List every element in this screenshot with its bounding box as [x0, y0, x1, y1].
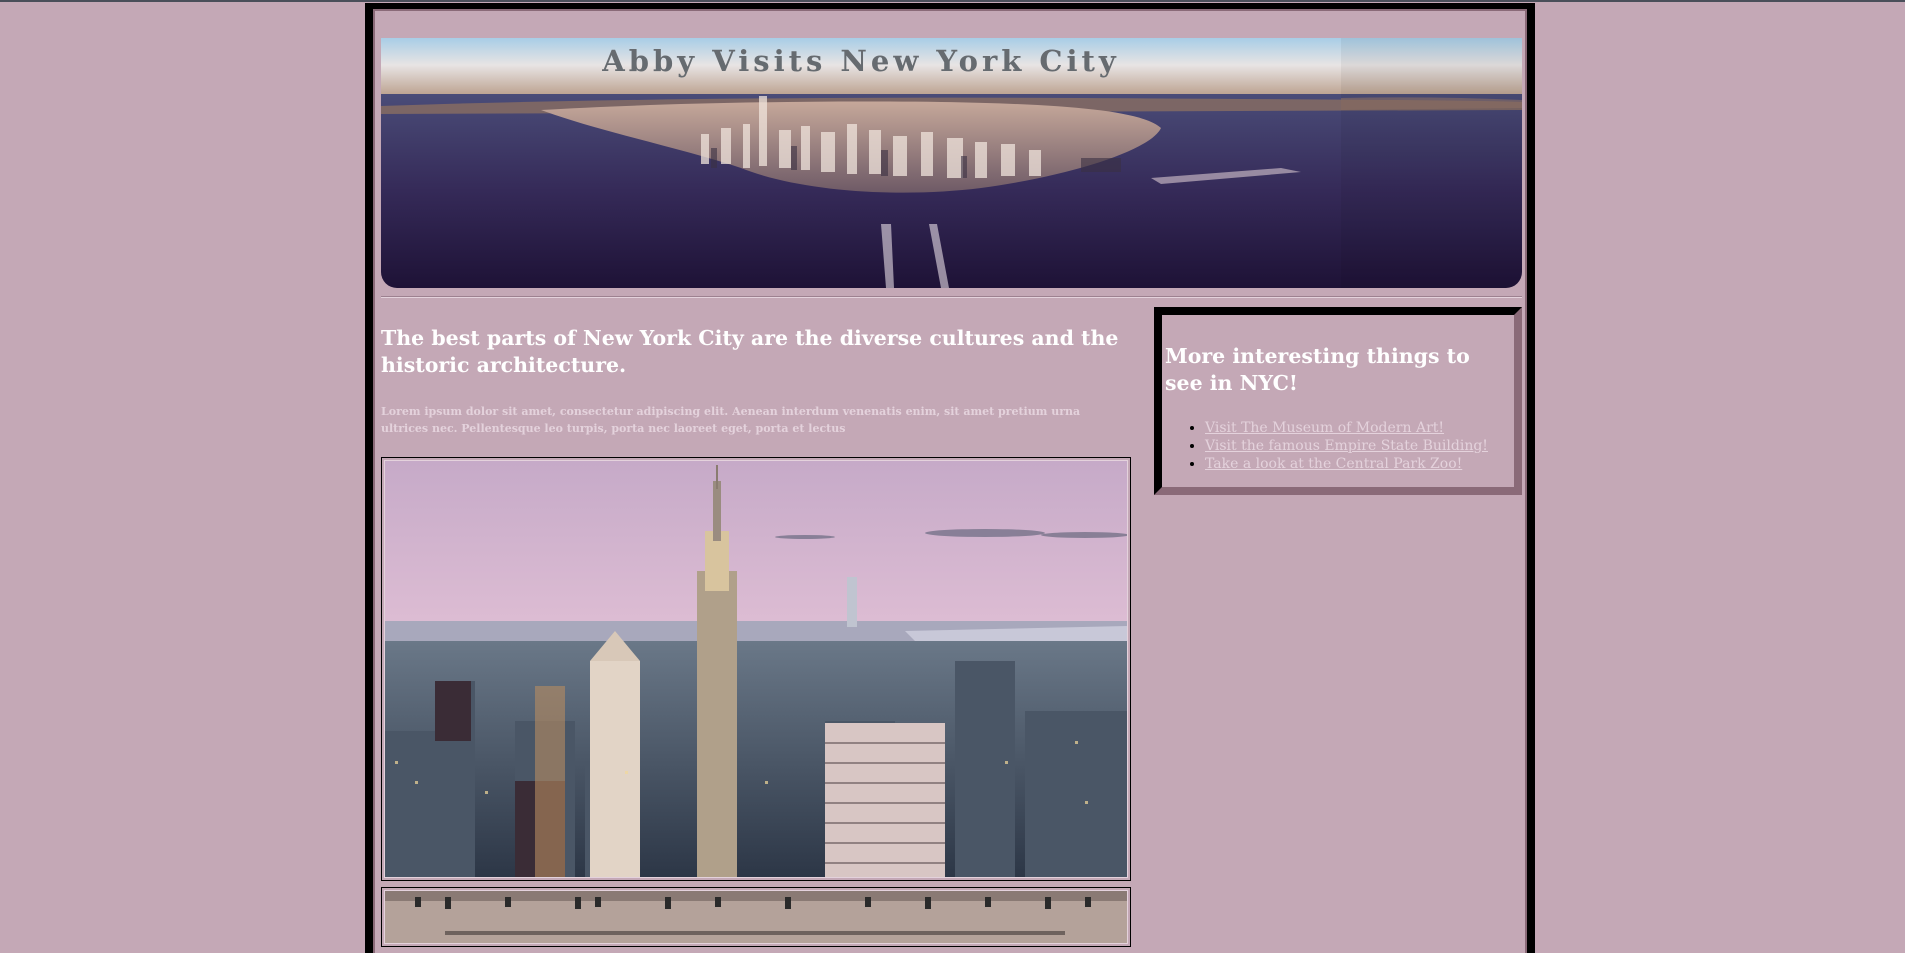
list-item: Visit the famous Empire State Building! — [1205, 437, 1488, 455]
top-edge-line — [0, 0, 1905, 2]
main-heading: The best parts of New York City are the … — [381, 326, 1119, 377]
moma-link[interactable]: Visit The Museum of Modern Art! — [1205, 420, 1444, 436]
skyline-photo-frame — [381, 457, 1131, 881]
list-item: Visit The Museum of Modern Art! — [1205, 419, 1488, 437]
sidebar-link-list: Visit The Museum of Modern Art! Visit th… — [1165, 419, 1488, 473]
header-banner: Abby Visits New York City — [381, 38, 1522, 288]
central-park-zoo-link[interactable]: Take a look at the Central Park Zoo! — [1205, 456, 1462, 472]
museum-interior-image — [385, 891, 1127, 943]
site-title: Abby Visits New York City — [602, 44, 1120, 78]
list-item: Take a look at the Central Park Zoo! — [1205, 455, 1488, 473]
header-divider — [381, 296, 1522, 298]
second-photo-frame — [381, 887, 1131, 947]
intro-paragraph: Lorem ipsum dolor sit amet, consectetur … — [381, 405, 1081, 435]
sidebar-heading: More interesting things to see in NYC! — [1165, 344, 1470, 395]
empire-state-skyline-image — [385, 461, 1127, 877]
sidebar-box: More interesting things to see in NYC! V… — [1154, 307, 1522, 495]
empire-state-link[interactable]: Visit the famous Empire State Building! — [1205, 438, 1488, 454]
